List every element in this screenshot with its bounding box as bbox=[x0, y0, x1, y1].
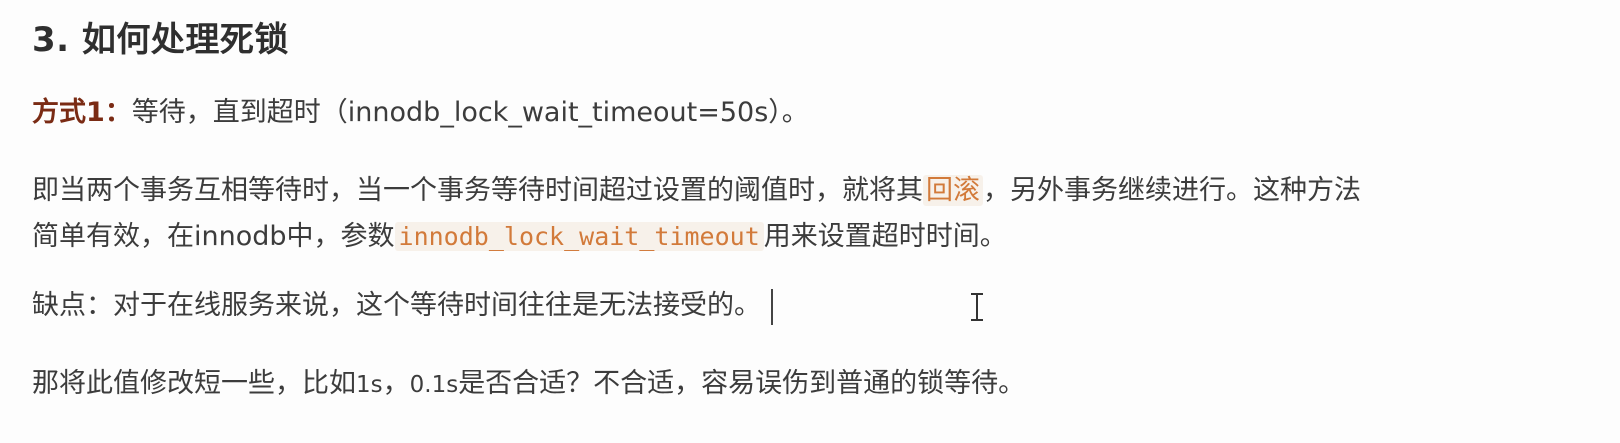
shorter-timeout-text: 那将此值修改短一些，比如 bbox=[32, 368, 356, 399]
text-caret-icon bbox=[771, 288, 773, 325]
explanation-text: 用来设置超时时间。 bbox=[763, 221, 1007, 252]
paragraph-explanation: 即当两个事务互相等待时，当一个事务等待时间超过设置的阈值时，就将其 回滚 ，另外事务… bbox=[32, 168, 1361, 260]
paragraph-shorter-timeout: 那将此值修改短一些，比如1s，0.1s是否合适？不合适，容易误伤到普通的锁等待。 bbox=[32, 361, 1025, 408]
value-0-1s: 0.1s bbox=[409, 372, 459, 398]
paragraph-drawback[interactable]: 缺点：对于在线服务来说，这个等待时间往往是无法接受的。 bbox=[32, 283, 773, 329]
separator: ， bbox=[382, 368, 410, 399]
explanation-text: 即当两个事务互相等待时，当一个事务等待时间超过设置的阈值时，就将其 bbox=[32, 175, 923, 206]
method-text: 等待，直到超时（innodb_lock_wait_timeout=50s）。 bbox=[131, 97, 809, 128]
section-heading: 3. 如何处理死锁 bbox=[32, 20, 289, 60]
explanation-line-2: 简单有效，在innodb中，参数 innodb_lock_wait_timeout… bbox=[32, 214, 1361, 260]
method-label: 方式1： bbox=[32, 97, 132, 128]
drawback-text: 缺点：对于在线服务来说，这个等待时间往往是无法接受的。 bbox=[32, 290, 761, 321]
explanation-text: ，另外事务继续进行。这种方法 bbox=[983, 175, 1361, 206]
shorter-timeout-text: 是否合适？不合适，容易误伤到普通的锁等待。 bbox=[458, 368, 1026, 399]
highlight-rollback: 回滚 bbox=[923, 175, 983, 206]
value-1s: 1s bbox=[356, 372, 383, 398]
ibeam-cursor-icon bbox=[971, 293, 983, 321]
inline-code-param: innodb_lock_wait_timeout bbox=[394, 222, 764, 251]
paragraph-method-1: 方式1：等待，直到超时（innodb_lock_wait_timeout=50s… bbox=[32, 90, 809, 136]
explanation-text: 简单有效，在innodb中，参数 bbox=[32, 221, 395, 252]
explanation-line-1: 即当两个事务互相等待时，当一个事务等待时间超过设置的阈值时，就将其 回滚 ，另外事务… bbox=[32, 168, 1361, 214]
